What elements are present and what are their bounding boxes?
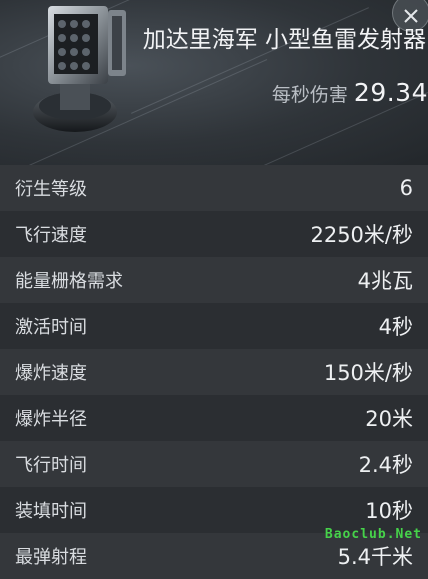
dps-value: 29.34 — [353, 78, 428, 107]
attribute-value: 10秒 — [365, 499, 413, 523]
attribute-value: 6 — [399, 176, 413, 200]
attribute-value: 5.4千米 — [337, 545, 413, 569]
attribute-label: 衍生等级 — [15, 179, 87, 200]
attribute-value: 2.4秒 — [358, 453, 413, 477]
launcher-thumbnail — [30, 0, 140, 140]
attribute-value: 150米/秒 — [323, 361, 413, 385]
attribute-row: 激活时间 4秒 — [0, 303, 428, 349]
attribute-value: 2250米/秒 — [310, 223, 413, 247]
attribute-label: 爆炸速度 — [15, 363, 87, 384]
attribute-label: 激活时间 — [15, 317, 87, 338]
attribute-label: 装填时间 — [15, 501, 87, 522]
attribute-label: 最弹射程 — [15, 547, 87, 568]
attribute-label: 爆炸半径 — [15, 409, 87, 430]
attribute-row: 爆炸半径 20米 — [0, 395, 428, 441]
attribute-list: 衍生等级 6 飞行速度 2250米/秒 能量栅格需求 4兆瓦 激活时间 4秒 爆… — [0, 165, 428, 579]
attribute-label: 能量栅格需求 — [15, 271, 123, 292]
attribute-row: 飞行时间 2.4秒 — [0, 441, 428, 487]
dps-readout: 每秒伤害 29.34 — [272, 78, 428, 107]
attribute-row: 爆炸速度 150米/秒 — [0, 349, 428, 395]
attribute-value: 4秒 — [378, 315, 413, 339]
attribute-row: 飞行速度 2250米/秒 — [0, 211, 428, 257]
item-title: 加达里海军 小型鱼雷发射器 — [142, 27, 426, 53]
close-icon — [404, 9, 418, 23]
attribute-row: 能量栅格需求 4兆瓦 — [0, 257, 428, 303]
attribute-label: 飞行时间 — [15, 455, 87, 476]
attribute-value: 4兆瓦 — [357, 269, 413, 293]
site-watermark: Baoclub.Net — [324, 527, 422, 542]
attribute-row: 衍生等级 6 — [0, 165, 428, 211]
attribute-value: 20米 — [365, 407, 413, 431]
item-header: 加达里海军 小型鱼雷发射器 每秒伤害 29.34 — [0, 0, 428, 165]
attribute-label: 飞行速度 — [15, 225, 87, 246]
dps-label: 每秒伤害 — [271, 84, 348, 106]
